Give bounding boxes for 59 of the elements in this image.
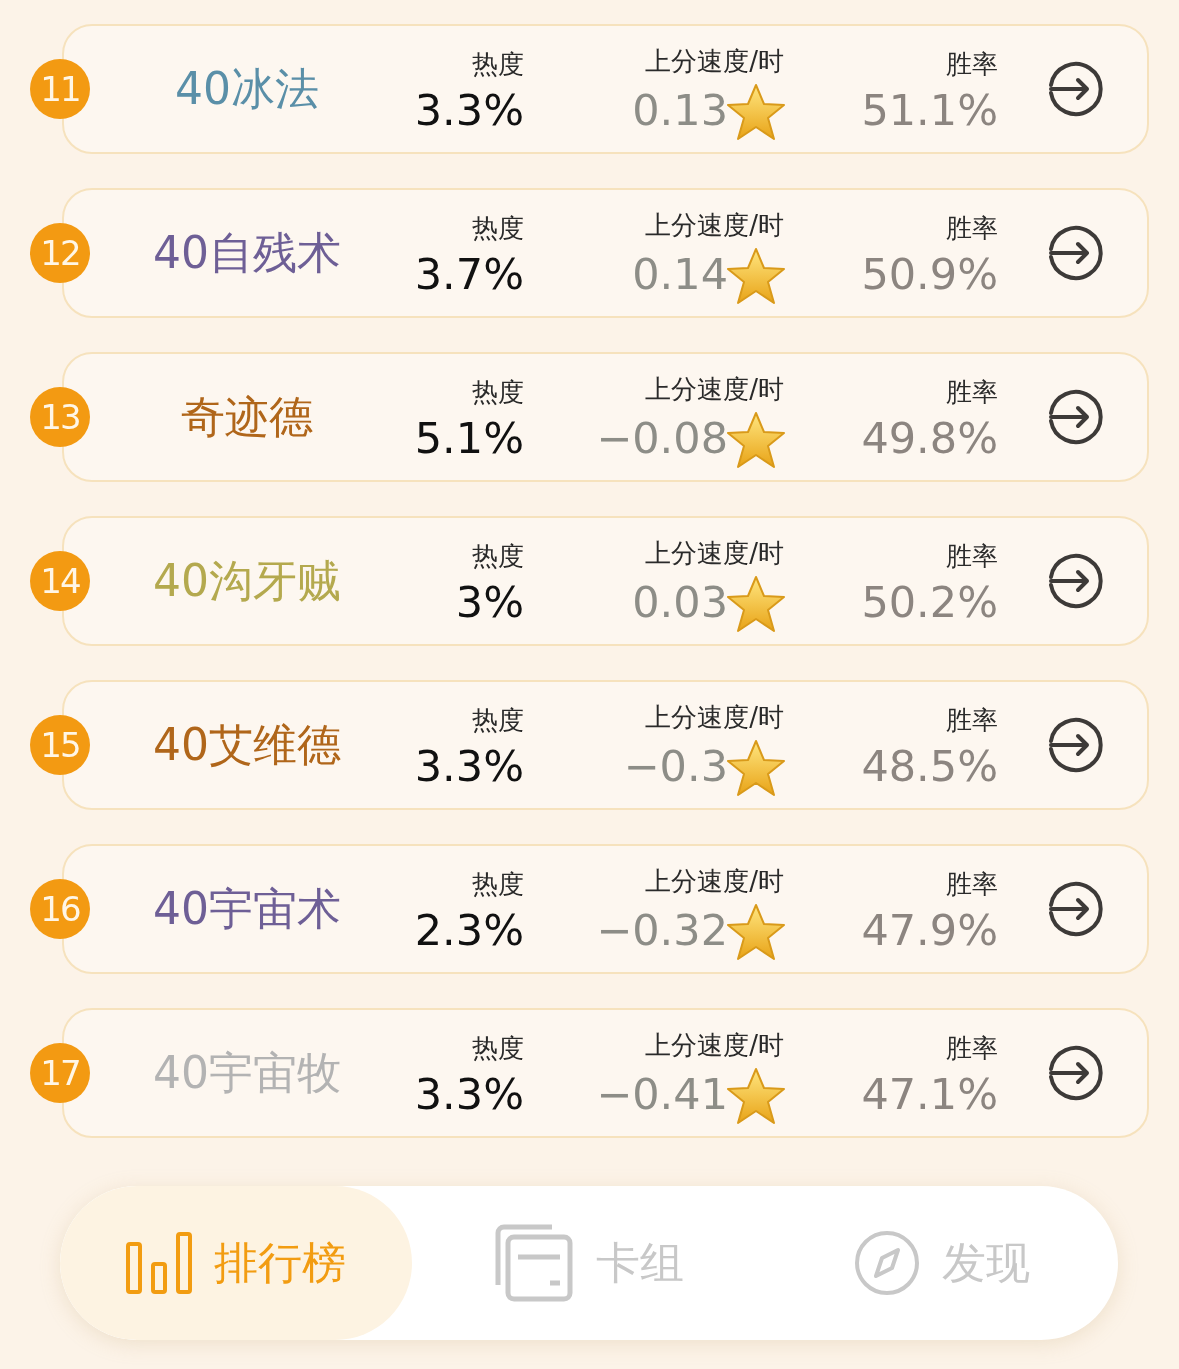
winrate-label: 胜率 — [946, 868, 998, 901]
speed-label: 上分速度/时 — [645, 373, 784, 406]
speed-value: −0.32 — [596, 904, 728, 957]
rank-badge: 12 — [30, 223, 90, 283]
winrate-value: 51.1% — [861, 84, 998, 137]
heat-label: 热度 — [472, 868, 524, 901]
heat-label: 热度 — [472, 540, 524, 573]
speed-value: 0.03 — [632, 576, 728, 629]
speed-label: 上分速度/时 — [645, 1029, 784, 1062]
rank-badge: 13 — [30, 387, 90, 447]
rank-badge: 15 — [30, 715, 90, 775]
speed-label: 上分速度/时 — [645, 701, 784, 734]
speed-value: −0.3 — [623, 740, 728, 793]
heat-value: 3.3% — [414, 84, 524, 137]
star-icon — [726, 739, 786, 797]
star-icon — [726, 1067, 786, 1125]
star-icon — [726, 411, 786, 469]
heat-value: 3% — [455, 576, 524, 629]
cards-icon — [493, 1223, 574, 1303]
speed-value: 0.14 — [632, 248, 728, 301]
speed-label: 上分速度/时 — [645, 537, 784, 570]
compass-icon — [853, 1230, 920, 1296]
speed-label: 上分速度/时 — [645, 865, 784, 898]
bar-chart-icon — [126, 1232, 192, 1294]
winrate-label: 胜率 — [946, 704, 998, 737]
star-icon — [726, 83, 786, 141]
winrate-value: 47.9% — [861, 904, 998, 957]
speed-value: 0.13 — [632, 84, 728, 137]
winrate-label: 胜率 — [946, 540, 998, 573]
winrate-value: 50.2% — [861, 576, 998, 629]
rank-badge: 11 — [30, 59, 90, 119]
winrate-label: 胜率 — [946, 212, 998, 245]
star-icon — [726, 903, 786, 961]
heat-value: 3.3% — [414, 1068, 524, 1121]
star-icon — [726, 575, 786, 633]
heat-label: 热度 — [472, 376, 524, 409]
rank-badge: 14 — [30, 551, 90, 611]
winrate-value: 50.9% — [861, 248, 998, 301]
speed-label: 上分速度/时 — [645, 45, 784, 78]
winrate-value: 48.5% — [861, 740, 998, 793]
winrate-value: 49.8% — [861, 412, 998, 465]
winrate-label: 胜率 — [946, 1032, 998, 1065]
speed-label: 上分速度/时 — [645, 209, 784, 242]
rank-badge: 17 — [30, 1043, 90, 1103]
speed-value: −0.08 — [596, 412, 728, 465]
winrate-label: 胜率 — [946, 376, 998, 409]
heat-label: 热度 — [472, 212, 524, 245]
winrate-value: 47.1% — [861, 1068, 998, 1121]
winrate-label: 胜率 — [946, 48, 998, 81]
heat-label: 热度 — [472, 48, 524, 81]
heat-value: 5.1% — [414, 412, 524, 465]
heat-value: 2.3% — [414, 904, 524, 957]
heat-value: 3.7% — [414, 248, 524, 301]
heat-label: 热度 — [472, 704, 524, 737]
speed-value: −0.41 — [596, 1068, 728, 1121]
heat-label: 热度 — [472, 1032, 524, 1065]
star-icon — [726, 247, 786, 305]
rank-badge: 16 — [30, 879, 90, 939]
heat-value: 3.3% — [414, 740, 524, 793]
